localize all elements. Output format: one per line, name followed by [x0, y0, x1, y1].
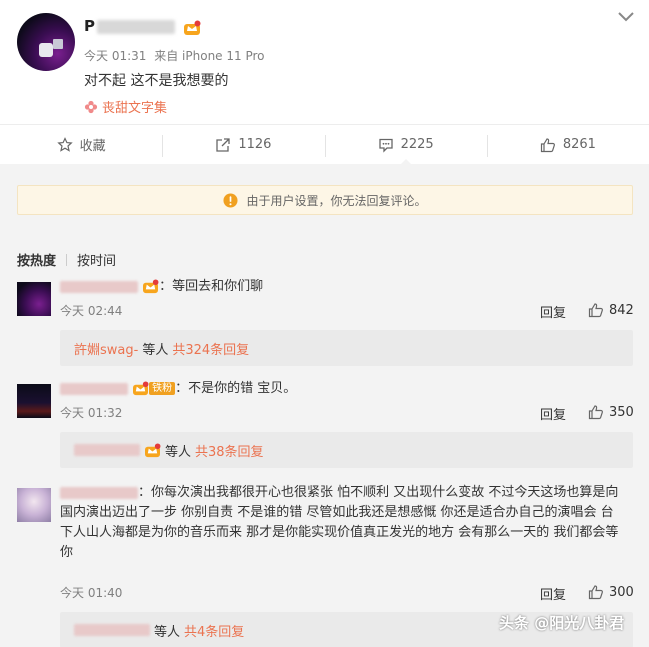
- like-icon: [588, 303, 603, 318]
- like-count: 8261: [562, 137, 596, 152]
- weibo-post: P 今天 01:31 来自 iPhone 11 Pro 对不起 这不是我想要的 …: [0, 0, 649, 124]
- post-content: 对不起 这不是我想要的: [84, 73, 229, 89]
- comment-text-line1: ：你每次演出我都很开心也很紧张 怕不顺利 又出现什么变故 不过今天这场也算是向: [138, 485, 619, 500]
- sort-by-hot-tab[interactable]: 按热度: [17, 250, 56, 269]
- commenter-name-blurred[interactable]: [60, 280, 138, 293]
- comment-like-count: 300: [609, 584, 634, 600]
- sub-reply-user-blurred[interactable]: [74, 624, 150, 636]
- comment-line: 你: [60, 545, 74, 560]
- favorite-button[interactable]: 收藏: [0, 125, 162, 164]
- comment-icon: [378, 138, 393, 153]
- sub-reply-count[interactable]: 共38条回复: [195, 441, 264, 460]
- comments-section: 由于用户设置，你无法回复评论。 按热度 按时间 ：等回去和你们聊 今天 02:4…: [0, 164, 649, 647]
- reply-button[interactable]: 回复: [540, 302, 566, 321]
- repost-icon: [216, 137, 230, 152]
- reply-restricted-notice: 由于用户设置，你无法回复评论。: [17, 185, 633, 215]
- like-icon: [588, 405, 603, 420]
- comment-like-button[interactable]: 350: [588, 404, 634, 420]
- comment-like-button[interactable]: 842: [588, 302, 634, 318]
- vip-crown-icon: [133, 381, 149, 396]
- author-avatar[interactable]: [17, 13, 75, 71]
- comment-line: 国内演出迈出了一步 你别自责 不是谁的错 尽管如此我还是想感慨 你还是适合办自己…: [60, 505, 614, 520]
- sub-reply-mid: 等人: [142, 342, 169, 358]
- comment-sort-tabs: 按热度 按时间: [17, 250, 116, 269]
- comment-time: 今天 02:44: [60, 304, 123, 318]
- sub-replies-link[interactable]: 許婣swag- 等人 共324条回复: [60, 330, 633, 366]
- comment-line: ：你每次演出我都很开心也很紧张 怕不顺利 又出现什么变故 不过今天这场也算是向: [60, 483, 635, 503]
- comment-like-count: 842: [609, 302, 634, 318]
- comment-text: ：不是你的错 宝贝。: [175, 381, 297, 396]
- sub-reply-mid: 等人: [154, 624, 181, 640]
- post-action-bar: 收藏 1126 2225 8261: [0, 124, 649, 165]
- post-topic-link[interactable]: 丧甜文字集: [84, 97, 167, 116]
- sub-replies-link[interactable]: 等人 共38条回复: [60, 432, 633, 468]
- favorite-label: 收藏: [79, 139, 106, 154]
- topic-label: 丧甜文字集: [102, 101, 168, 116]
- comment-time: 今天 01:40: [60, 586, 123, 600]
- repost-button[interactable]: 1126: [162, 125, 324, 164]
- commenter-avatar[interactable]: [17, 384, 51, 418]
- author-name[interactable]: P: [84, 17, 175, 35]
- sub-reply-mid: 等人: [165, 444, 192, 460]
- comment-count: 2225: [400, 137, 434, 152]
- sub-reply-count[interactable]: 共324条回复: [172, 339, 249, 358]
- post-source[interactable]: 来自 iPhone 11 Pro: [154, 49, 264, 63]
- vip-crown-icon: [145, 442, 161, 457]
- post-time: 今天 01:31: [84, 49, 147, 63]
- author-name-text: P: [84, 17, 95, 35]
- commenter-name-blurred[interactable]: [60, 486, 138, 499]
- comment-body: ：等回去和你们聊: [60, 277, 635, 297]
- toutiao-watermark: 头条 @阳光八卦君: [499, 614, 625, 632]
- comment-text: ：等回去和你们聊: [159, 279, 264, 294]
- like-icon: [588, 585, 603, 600]
- comment-like-count: 350: [609, 404, 634, 420]
- comment-body: 铁粉 ：不是你的错 宝贝。: [60, 379, 635, 399]
- commenter-avatar[interactable]: [17, 488, 51, 522]
- chevron-down-icon[interactable]: [617, 10, 635, 24]
- star-icon: [56, 136, 73, 152]
- like-icon: [540, 137, 555, 152]
- author-name-blurred: [97, 19, 175, 34]
- like-button[interactable]: 8261: [486, 125, 649, 164]
- warning-icon: [223, 192, 239, 208]
- comment-time: 今天 01:32: [60, 406, 123, 420]
- post-meta: 今天 01:31 来自 iPhone 11 Pro: [84, 47, 265, 64]
- repost-count: 1126: [238, 137, 272, 152]
- sub-reply-user[interactable]: 許婣swag-: [74, 339, 138, 358]
- commenter-name-blurred[interactable]: [60, 382, 128, 395]
- comment-like-button[interactable]: 300: [588, 584, 634, 600]
- commenter-avatar[interactable]: [17, 282, 51, 316]
- sort-by-time-tab[interactable]: 按时间: [77, 250, 116, 269]
- reply-button[interactable]: 回复: [540, 584, 566, 603]
- reply-button[interactable]: 回复: [540, 404, 566, 423]
- vip-crown-icon: [143, 279, 159, 294]
- sub-reply-count[interactable]: 共4条回复: [184, 621, 244, 640]
- comment-body: ：你每次演出我都很开心也很紧张 怕不顺利 又出现什么变故 不过今天这场也算是向 …: [60, 483, 635, 563]
- vip-crown-icon: [184, 20, 201, 35]
- sub-reply-user-blurred[interactable]: [74, 444, 140, 456]
- flower-icon: [84, 100, 98, 113]
- comment-line: 下人山人海都是为你的音乐而来 那才是你能实现价值真正发光的地方 会有那么一天的 …: [60, 525, 619, 540]
- comment-button[interactable]: 2225: [324, 125, 487, 165]
- notice-text: 由于用户设置，你无法回复评论。: [246, 193, 427, 208]
- sort-divider: [66, 253, 68, 266]
- fan-badge: 铁粉: [149, 382, 176, 395]
